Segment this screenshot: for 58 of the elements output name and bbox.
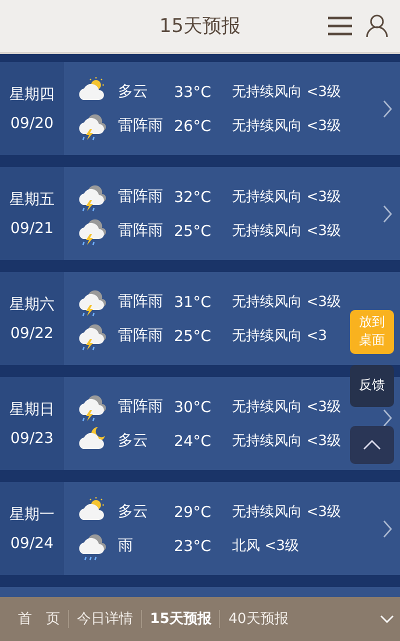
day-card[interactable]: 星期五 09/21 雷阵雨 32°C 无持续风向 <3级 雷阵雨 25°C 无持续风向 <3级 — [0, 167, 400, 260]
temperature: 26°C — [174, 116, 212, 134]
date: 09/23 — [10, 429, 54, 447]
wind: 无持续风向 <3级 — [232, 82, 342, 100]
day-card[interactable]: 星期四 09/20 多云 33°C 无持续风向 <3级 雷阵雨 26°C 无持续风向 <3级 — [0, 62, 400, 155]
condition: 雷阵雨 — [118, 187, 164, 206]
condition: 雷阵雨 — [118, 116, 164, 135]
condition: 雷阵雨 — [118, 397, 164, 416]
weekday: 星期日 — [10, 400, 54, 419]
condition: 雷阵雨 — [118, 326, 164, 345]
temperature: 31°C — [174, 292, 212, 310]
wind: 无持续风向 <3级 — [232, 188, 342, 206]
wind: 无持续风向 <3 — [232, 326, 328, 344]
weekday: 星期六 — [10, 295, 54, 314]
date: 09/22 — [10, 324, 54, 342]
nav-tab[interactable]: 40天预报 — [220, 610, 296, 628]
temperature: 23°C — [174, 536, 212, 554]
condition: 雷阵雨 — [118, 221, 164, 240]
wind: 无持续风向 <3级 — [232, 222, 342, 240]
wind: 无持续风向 <3级 — [232, 432, 342, 450]
user-icon[interactable] — [366, 14, 388, 38]
chevron-down-icon[interactable] — [380, 615, 394, 623]
nav-tab[interactable]: 今日详情 — [69, 610, 142, 628]
condition: 多云 — [118, 431, 149, 450]
date: 09/20 — [10, 114, 54, 132]
date: 09/24 — [10, 534, 54, 552]
chevron-right-icon[interactable] — [382, 520, 392, 538]
menu-icon[interactable] — [328, 16, 352, 36]
condition: 多云 — [118, 502, 149, 521]
weekday: 星期一 — [10, 505, 54, 524]
wind: 无持续风向 <3级 — [232, 116, 342, 134]
temperature: 29°C — [174, 502, 212, 520]
temperature: 24°C — [174, 432, 212, 450]
feedback-button[interactable]: 反馈 — [350, 365, 394, 407]
condition: 多云 — [118, 82, 149, 101]
wind: 北风 <3级 — [232, 536, 300, 554]
scroll-top-button[interactable] — [350, 426, 394, 464]
temperature: 33°C — [174, 82, 212, 100]
chevron-right-icon[interactable] — [382, 408, 392, 426]
condition: 雨 — [118, 536, 134, 555]
date: 09/21 — [10, 219, 54, 237]
nav-tab[interactable]: 15天预报 — [142, 610, 220, 628]
temperature: 32°C — [174, 188, 212, 206]
day-card[interactable]: 星期一 09/24 多云 29°C 无持续风向 <3级 雨 23°C 北风 <3级 — [0, 482, 400, 575]
weekday: 星期四 — [10, 85, 54, 104]
weekday: 星期五 — [10, 190, 54, 209]
temperature: 25°C — [174, 222, 212, 240]
condition: 雷阵雨 — [118, 292, 164, 311]
chevron-right-icon[interactable] — [382, 204, 392, 222]
wind: 无持续风向 <3级 — [232, 292, 342, 310]
chevron-right-icon[interactable] — [382, 100, 392, 118]
temperature: 30°C — [174, 398, 212, 416]
page-title: 15天预报 — [159, 14, 241, 39]
wind: 无持续风向 <3级 — [232, 398, 342, 416]
nav-tab[interactable]: 首 页 — [10, 610, 69, 628]
chevron-up-icon — [363, 440, 381, 450]
wind: 无持续风向 <3级 — [232, 502, 342, 520]
temperature: 25°C — [174, 326, 212, 344]
